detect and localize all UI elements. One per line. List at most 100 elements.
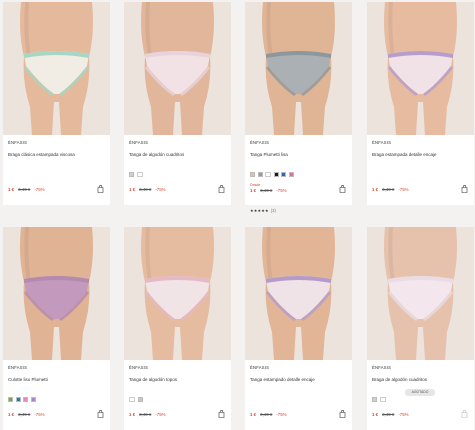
product-card[interactable]: ÉNFASIS Braga de algodón cuadritos 1 € 3…	[367, 227, 474, 430]
price-row: 1 € 3,49 € -75%	[8, 412, 45, 417]
current-price: 1 €	[129, 187, 136, 192]
product-card[interactable]: ÉNFASIS Culotte liso Plumetti 1 € 3,49 €…	[3, 227, 110, 430]
product-brand: ÉNFASIS	[372, 140, 392, 145]
color-swatches	[372, 397, 386, 402]
product-name[interactable]: Culotte liso Plumetti	[8, 377, 48, 382]
sold-out-badge: AGOTADO	[405, 389, 435, 396]
discount-badge: -75%	[398, 187, 409, 192]
old-price: 3,49 €	[382, 412, 395, 417]
product-name[interactable]: Braga de algodón cuadritos	[372, 377, 427, 382]
old-price: 3,49 €	[18, 187, 31, 192]
color-swatch[interactable]	[137, 397, 143, 402]
old-price: 3,49 €	[260, 188, 273, 193]
current-price: 1 €	[250, 412, 257, 417]
rating-count: (3)	[270, 208, 276, 213]
discount-badge: -75%	[276, 188, 287, 193]
more-colors-indicator[interactable]	[265, 172, 271, 177]
color-swatch[interactable]	[273, 172, 279, 177]
product-card[interactable]: ÉNFASIS Tanga Plumetti lisa Desde 1 € 3,…	[245, 2, 352, 205]
product-photo[interactable]	[367, 227, 474, 360]
color-swatch[interactable]	[257, 172, 263, 177]
current-price: 1 €	[250, 188, 257, 193]
old-price: 3,49 €	[260, 412, 273, 417]
product-rating: ★★★★★ (3)	[250, 208, 276, 213]
model-illustration	[124, 2, 231, 135]
product-brand: ÉNFASIS	[372, 365, 392, 370]
model-illustration	[367, 227, 474, 360]
product-name[interactable]: Braga clásica estampada viscosa	[8, 152, 75, 157]
model-illustration	[245, 227, 352, 360]
old-price: 3,49 €	[139, 187, 152, 192]
product-brand: ÉNFASIS	[250, 140, 270, 145]
price-row: 1 € 3,49 € -75%	[129, 187, 166, 192]
model-illustration	[3, 2, 110, 135]
product-photo[interactable]	[3, 227, 110, 360]
discount-badge: -75%	[34, 187, 45, 192]
discount-badge: -75%	[398, 412, 409, 417]
product-name[interactable]: Braga estampada detalle encaje	[372, 152, 437, 157]
product-card[interactable]: ÉNFASIS Tanga de algodón topos 1 € 3,49 …	[124, 227, 231, 430]
model-illustration	[3, 227, 110, 360]
product-brand: ÉNFASIS	[129, 140, 149, 145]
product-photo[interactable]	[124, 2, 231, 135]
old-price: 3,49 €	[139, 412, 152, 417]
price-row: 1 € 3,49 € -75%	[8, 187, 45, 192]
add-to-bag-icon[interactable]	[218, 410, 225, 418]
add-to-bag-icon[interactable]	[97, 185, 104, 193]
current-price: 1 €	[129, 412, 136, 417]
color-swatch[interactable]	[281, 172, 286, 177]
product-name[interactable]: Tanga estampado detalle encaje	[250, 377, 315, 382]
color-swatch[interactable]	[288, 172, 294, 177]
product-brand: ÉNFASIS	[129, 365, 149, 370]
discount-badge: -75%	[155, 412, 166, 417]
product-name[interactable]: Tanga de algodón topos	[129, 377, 177, 382]
product-photo[interactable]	[245, 227, 352, 360]
color-swatch[interactable]	[30, 397, 36, 402]
current-price: 1 €	[8, 187, 15, 192]
rating-stars: ★★★★★	[250, 208, 269, 213]
product-brand: ÉNFASIS	[8, 140, 28, 145]
product-photo[interactable]	[367, 2, 474, 135]
color-swatch[interactable]	[372, 397, 377, 402]
add-to-bag-icon[interactable]	[461, 410, 468, 418]
color-swatch[interactable]	[250, 172, 255, 177]
old-price: 3,49 €	[382, 187, 395, 192]
product-photo[interactable]	[245, 2, 352, 135]
current-price: 1 €	[372, 412, 379, 417]
add-to-bag-icon[interactable]	[461, 185, 468, 193]
discount-badge: -75%	[155, 187, 166, 192]
more-colors-indicator[interactable]	[379, 397, 386, 402]
add-to-bag-icon[interactable]	[218, 185, 225, 193]
product-brand: ÉNFASIS	[250, 365, 270, 370]
product-card[interactable]: ÉNFASIS Braga clásica estampada viscosa …	[3, 2, 110, 205]
product-photo[interactable]	[124, 227, 231, 360]
add-to-bag-icon[interactable]	[339, 410, 346, 418]
old-price: 3,49 €	[18, 412, 31, 417]
more-colors-indicator[interactable]	[129, 397, 135, 402]
color-swatches	[8, 397, 36, 402]
product-name[interactable]: Tanga Plumetti lisa	[250, 152, 288, 157]
product-card[interactable]: ÉNFASIS Tanga de algodón cuadritos 1 € 3…	[124, 2, 231, 205]
product-card[interactable]: ÉNFASIS Braga estampada detalle encaje 1…	[367, 2, 474, 205]
color-swatch[interactable]	[129, 172, 134, 177]
price-row: 1 € 3,49 € -75%	[129, 412, 166, 417]
model-illustration	[124, 227, 231, 360]
product-grid: ÉNFASIS Braga clásica estampada viscosa …	[0, 0, 475, 430]
product-name[interactable]: Tanga de algodón cuadritos	[129, 152, 184, 157]
color-swatch[interactable]	[23, 397, 28, 402]
color-swatch[interactable]	[8, 397, 13, 402]
price-row: 1 € 3,49 € -75%	[250, 188, 287, 193]
more-colors-indicator[interactable]	[136, 172, 143, 177]
add-to-bag-icon[interactable]	[339, 185, 346, 193]
color-swatches	[129, 172, 143, 177]
product-card[interactable]: ÉNFASIS Tanga estampado detalle encaje 1…	[245, 227, 352, 430]
color-swatch[interactable]	[15, 397, 21, 402]
price-row: 1 € 3,49 € -75%	[250, 412, 287, 417]
color-swatches	[250, 172, 294, 177]
price-from-label: Desde	[250, 183, 261, 187]
add-to-bag-icon[interactable]	[97, 410, 104, 418]
product-photo[interactable]	[3, 2, 110, 135]
price-row: 1 € 3,49 € -75%	[372, 412, 409, 417]
model-illustration	[367, 2, 474, 135]
model-illustration	[245, 2, 352, 135]
